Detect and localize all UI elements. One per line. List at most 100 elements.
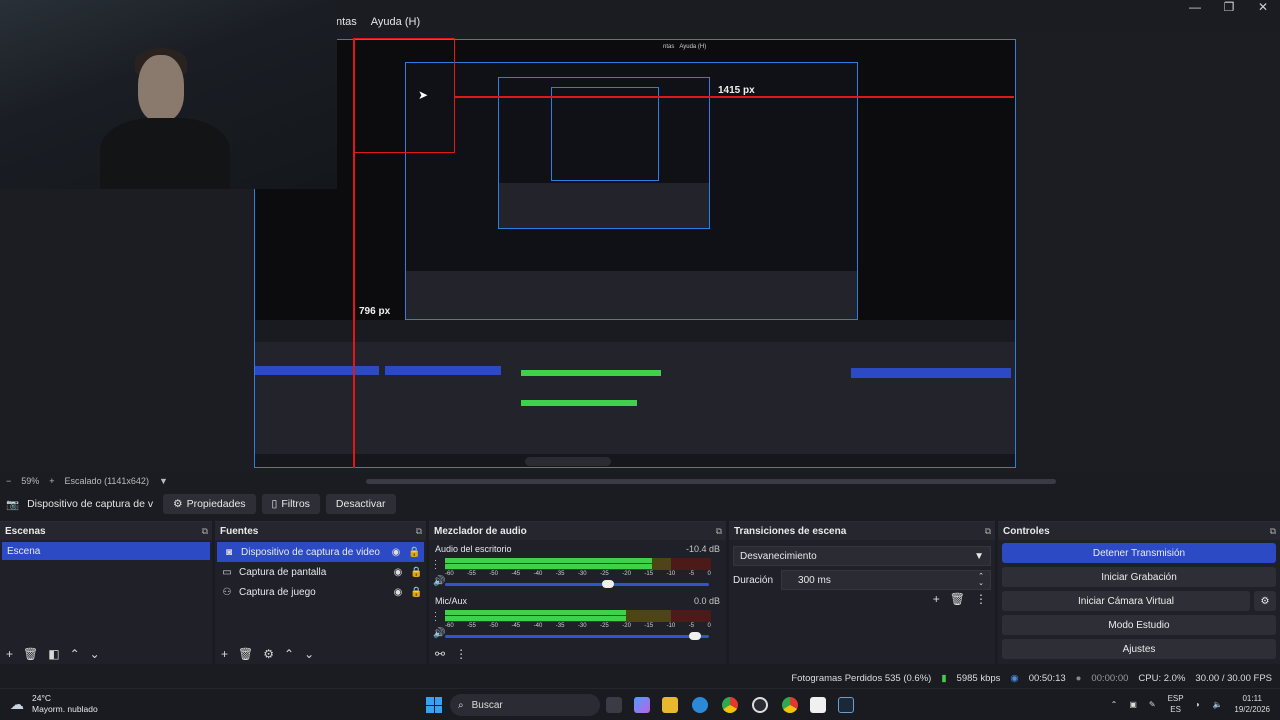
deactivate-button[interactable]: Desactivar xyxy=(325,494,396,514)
minimize-button[interactable]: — xyxy=(1178,0,1212,14)
obs-icon[interactable] xyxy=(752,697,768,713)
more-icon[interactable]: ⋮ xyxy=(455,647,467,661)
meter-tick: -35 xyxy=(555,623,565,629)
zoom-out-button[interactable]: − xyxy=(6,476,11,486)
chevron-up-icon[interactable]: ⌃ xyxy=(1111,700,1118,709)
filter-icon: ▯ xyxy=(271,498,278,510)
start-recording-button[interactable]: Iniciar Grabación xyxy=(1002,567,1276,587)
stepper-icon[interactable]: ⌃ ⌄ xyxy=(978,573,984,587)
zoom-level: 59% xyxy=(21,476,40,486)
source-item[interactable]: ◙ Dispositivo de captura de video ◉ 🔒 xyxy=(217,542,424,562)
sources-toolbar: + 🗑 ⚙ ⌃ ⌄ xyxy=(215,644,426,664)
eye-icon[interactable]: ◉ xyxy=(390,547,402,558)
volume-slider[interactable] xyxy=(445,580,709,588)
stream-time: 00:50:13 xyxy=(1028,672,1066,684)
add-icon[interactable]: + xyxy=(6,647,13,661)
preview-canvas[interactable]: ntas Ayuda (H) xyxy=(254,39,1016,468)
chrome-icon[interactable] xyxy=(782,697,798,713)
record-time: 00:00:00 xyxy=(1091,672,1129,684)
menu-help[interactable]: Ayuda (H) xyxy=(371,16,420,32)
channel-db: 0.0 dB xyxy=(693,596,720,606)
notepad-icon[interactable] xyxy=(810,697,826,713)
weather-widget[interactable]: ☁ 24°C Mayorm. nublado xyxy=(10,693,98,715)
trash-icon[interactable]: 🗑 xyxy=(950,592,965,606)
lock-icon[interactable]: 🔒 xyxy=(410,567,422,578)
meter-tick: -20 xyxy=(622,571,631,577)
chevron-down-icon[interactable]: ⌄ xyxy=(304,647,314,661)
scene-item[interactable]: Escena xyxy=(2,542,210,560)
volume-meter xyxy=(445,610,711,622)
transitions-dock: Transiciones de escena ⧉ Desvanecimiento ▼… xyxy=(729,521,995,664)
steam-icon[interactable] xyxy=(838,697,854,713)
edge-icon[interactable] xyxy=(692,697,708,713)
properties-button[interactable]: ⚙ Propiedades xyxy=(163,494,256,514)
chevron-up-icon[interactable]: ⌃ xyxy=(284,647,294,661)
source-item[interactable]: ▭ Captura de pantalla ◉ 🔒 xyxy=(215,562,426,582)
pen-icon[interactable]: ✎ xyxy=(1149,700,1156,709)
zoom-in-button[interactable]: + xyxy=(49,476,54,486)
filter-icon[interactable]: ◧ xyxy=(48,647,59,661)
menu-tools[interactable]: ntas xyxy=(336,16,357,32)
scenes-dock: Escenas ⧉ Escena + 🗑 ◧ ⌃ ⌄ xyxy=(0,521,212,664)
channel-name: Mic/Aux xyxy=(435,596,468,606)
studio-mode-button[interactable]: Modo Estudio xyxy=(1002,615,1276,635)
meter-tick: -55 xyxy=(467,571,476,577)
eye-icon[interactable]: ◉ xyxy=(392,567,404,578)
filters-button[interactable]: ▯ Filtros xyxy=(261,494,320,514)
stream-icon: ◉ xyxy=(1010,672,1019,684)
wifi-icon[interactable]: ◗ xyxy=(1196,700,1201,709)
windows-start-icon[interactable] xyxy=(426,697,442,713)
start-virtual-camera-button[interactable]: Iniciar Cámara Virtual xyxy=(1002,591,1250,611)
chrome-icon[interactable] xyxy=(722,697,738,713)
speaker-icon[interactable]: 🔊 xyxy=(433,576,445,587)
more-icon[interactable]: · · · xyxy=(434,556,437,573)
network-icon[interactable]: ▣ xyxy=(1129,700,1137,709)
chevron-down-icon[interactable]: ▼ xyxy=(159,476,168,486)
temperature: 24°C xyxy=(32,693,51,703)
popout-icon[interactable]: ⧉ xyxy=(1270,526,1276,537)
meter-tick: -35 xyxy=(555,571,565,577)
popout-icon[interactable]: ⧉ xyxy=(202,526,208,537)
add-icon[interactable]: + xyxy=(221,647,228,661)
task-view-icon[interactable] xyxy=(606,697,622,713)
language-indicator[interactable]: ESP ES xyxy=(1168,693,1184,715)
transition-select[interactable]: Desvanecimiento ▼ xyxy=(733,546,991,566)
preview-scrollbar[interactable] xyxy=(366,479,1056,484)
gear-icon[interactable]: ⚙ xyxy=(1254,591,1276,611)
chevron-down-icon[interactable]: ⌄ xyxy=(90,647,100,661)
meter-tick: -60 xyxy=(445,623,454,629)
trash-icon[interactable]: 🗑 xyxy=(238,647,253,661)
signal-icon: ▮ xyxy=(941,672,947,684)
add-icon[interactable]: + xyxy=(933,592,940,606)
settings-button[interactable]: Ajustes xyxy=(1002,639,1276,659)
eye-icon[interactable]: ◉ xyxy=(392,587,404,598)
more-icon[interactable]: · · · xyxy=(434,608,437,625)
trash-icon[interactable]: 🗑 xyxy=(23,647,38,661)
chevron-up-icon[interactable]: ⌃ xyxy=(70,647,80,661)
speaker-icon[interactable]: 🔊 xyxy=(433,628,445,639)
volume-slider[interactable] xyxy=(445,632,709,640)
more-icon[interactable]: ⋮ xyxy=(975,592,987,606)
maximize-button[interactable]: ❐ xyxy=(1212,0,1246,14)
popout-icon[interactable]: ⧉ xyxy=(985,526,991,537)
link-icon[interactable]: ⚯ xyxy=(435,647,445,661)
lock-icon[interactable]: 🔒 xyxy=(410,587,422,598)
popout-icon[interactable]: ⧉ xyxy=(716,526,722,537)
popout-icon[interactable]: ⧉ xyxy=(416,526,422,537)
measure-line-horizontal xyxy=(454,96,1014,98)
source-item[interactable]: ⚇ Captura de juego ◉ 🔒 xyxy=(215,582,426,602)
nested-preview-3 xyxy=(551,87,659,181)
mixer-toolbar: ⚯ ⋮ xyxy=(429,644,726,664)
folder-icon[interactable] xyxy=(662,697,678,713)
selected-source: 📷 Dispositivo de captura de v xyxy=(6,498,154,511)
duration-field[interactable]: 300 ms ⌃ ⌄ xyxy=(781,570,991,590)
gear-icon[interactable]: ⚙ xyxy=(263,647,274,661)
taskbar-search[interactable]: ⌕ Buscar xyxy=(450,694,600,716)
speaker-icon[interactable]: 🔈 xyxy=(1212,700,1222,709)
clock[interactable]: 01:11 19/2/2026 xyxy=(1234,693,1270,715)
lock-icon[interactable]: 🔒 xyxy=(408,547,420,558)
scale-mode[interactable]: Escalado (1141x642) xyxy=(65,476,149,486)
copilot-icon[interactable] xyxy=(634,697,650,713)
close-button[interactable]: ✕ xyxy=(1246,0,1280,14)
stop-stream-button[interactable]: Detener Transmisión xyxy=(1002,543,1276,563)
